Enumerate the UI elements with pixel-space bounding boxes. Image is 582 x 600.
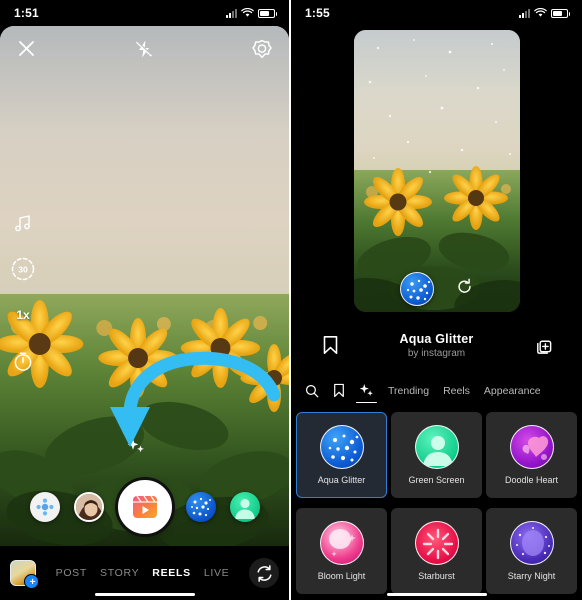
effects-grid: Aqua Glitter Green Screen Doodle Heart B… xyxy=(291,412,582,600)
preview-action-buttons xyxy=(354,272,520,306)
status-bar-right: 1:55 xyxy=(291,0,582,26)
tab-effects[interactable] xyxy=(356,383,377,403)
reload-effect-icon[interactable] xyxy=(456,278,473,300)
effect-thumbnail xyxy=(414,521,459,565)
tab-saved[interactable] xyxy=(333,383,345,403)
battery-icon xyxy=(551,8,570,18)
left-phone-camera-screen: 1:51 30 1x + POST STORY REELS LIVE xyxy=(0,0,291,600)
user-avatar-effect[interactable] xyxy=(73,492,104,522)
add-badge: + xyxy=(29,576,36,588)
home-indicator xyxy=(94,592,195,596)
wifi-icon xyxy=(241,8,254,17)
gallery-thumbnail[interactable]: + xyxy=(10,560,39,589)
aqua-glitter-effect[interactable] xyxy=(185,492,216,522)
sparkles-icon[interactable] xyxy=(126,436,146,461)
effect-thumbnail xyxy=(414,425,459,469)
bookmark-icon[interactable] xyxy=(313,335,347,355)
effect-thumbnail xyxy=(319,521,364,565)
sunflower-field-image xyxy=(0,26,289,546)
preview-sunflower-image xyxy=(353,30,520,312)
flash-off-icon[interactable] xyxy=(134,39,154,64)
effect-card-label: Aqua Glitter xyxy=(317,475,366,485)
camera-top-controls xyxy=(0,26,289,76)
effect-preview-wrapper xyxy=(291,30,582,316)
speed-icon[interactable]: 1x xyxy=(10,302,36,328)
tab-reels[interactable]: Reels xyxy=(443,385,470,402)
mode-story[interactable]: STORY xyxy=(100,567,139,579)
camera-tool-rail: 30 1x xyxy=(10,210,36,374)
effect-card-label: Bloom Light xyxy=(317,571,366,581)
music-icon[interactable] xyxy=(10,210,36,236)
wifi-icon xyxy=(534,8,547,17)
bookmark-icon xyxy=(334,383,344,398)
effect-thumbnail xyxy=(509,425,554,469)
effect-author: by instagram xyxy=(407,347,466,359)
tab-appearance[interactable]: Appearance xyxy=(484,385,541,402)
effect-category-tabs: Trending Reels Appearance xyxy=(291,378,582,408)
status-bar-left: 1:51 xyxy=(0,0,289,26)
search-icon xyxy=(305,384,319,397)
effects-carousel xyxy=(0,476,289,538)
close-icon[interactable] xyxy=(17,39,36,63)
effect-card-starry-night[interactable]: Starry Night xyxy=(486,508,577,594)
add-to-collection-icon[interactable] xyxy=(526,336,560,355)
right-phone-effect-gallery-screen: 1:55 Aqua Glitter by instagram Trending … xyxy=(291,0,582,600)
effect-card-green-screen[interactable]: Green Screen xyxy=(391,412,482,498)
cellular-signal-icon xyxy=(519,8,530,18)
camera-viewfinder[interactable]: 30 1x xyxy=(0,26,289,546)
duration-30s-label: 30 xyxy=(18,265,28,275)
tab-search[interactable] xyxy=(305,384,319,403)
status-indicators xyxy=(226,8,277,18)
tab-trending[interactable]: Trending xyxy=(388,385,429,402)
effect-card-label: Starburst xyxy=(418,571,455,581)
mode-reels[interactable]: REELS xyxy=(152,567,191,579)
effect-preview[interactable] xyxy=(353,30,520,312)
timer-icon[interactable] xyxy=(10,348,36,374)
effect-thumbnail xyxy=(319,425,364,469)
duration-30s-icon[interactable]: 30 xyxy=(10,256,36,282)
green-screen-effect[interactable] xyxy=(229,492,260,522)
mode-live[interactable]: LIVE xyxy=(204,567,230,579)
aqua-glitter-effect-button[interactable] xyxy=(400,272,434,306)
effect-card-starburst[interactable]: Starburst xyxy=(391,508,482,594)
effect-card-bloom-light[interactable]: Bloom Light xyxy=(296,508,387,594)
settings-gear-icon[interactable] xyxy=(252,39,272,64)
status-indicators xyxy=(519,8,570,18)
effect-thumbnail xyxy=(509,521,554,565)
effects-dial[interactable] xyxy=(29,492,60,522)
status-time: 1:51 xyxy=(14,6,39,20)
effect-card-label: Doodle Heart xyxy=(504,475,559,485)
effect-name-block: Aqua Glitter by instagram xyxy=(347,332,526,359)
status-time: 1:55 xyxy=(305,6,330,20)
effect-card-aqua-glitter[interactable]: Aqua Glitter xyxy=(296,412,387,498)
effect-metadata-bar: Aqua Glitter by instagram xyxy=(291,318,582,372)
effect-title: Aqua Glitter xyxy=(399,331,474,346)
effect-card-doodle-heart[interactable]: Doodle Heart xyxy=(486,412,577,498)
sparkles-icon xyxy=(359,384,373,397)
record-button[interactable] xyxy=(117,480,172,534)
battery-icon xyxy=(258,8,277,18)
capture-modes: POST STORY REELS LIVE xyxy=(36,567,249,579)
effect-card-label: Green Screen xyxy=(408,475,465,485)
screenshot-stage: 1:51 30 1x + POST STORY REELS LIVE 1:55 … xyxy=(0,0,582,600)
home-indicator xyxy=(386,592,487,596)
effect-card-label: Starry Night xyxy=(507,571,556,581)
flip-camera-icon[interactable] xyxy=(249,558,279,588)
mode-post[interactable]: POST xyxy=(56,567,87,579)
cellular-signal-icon xyxy=(226,8,237,18)
